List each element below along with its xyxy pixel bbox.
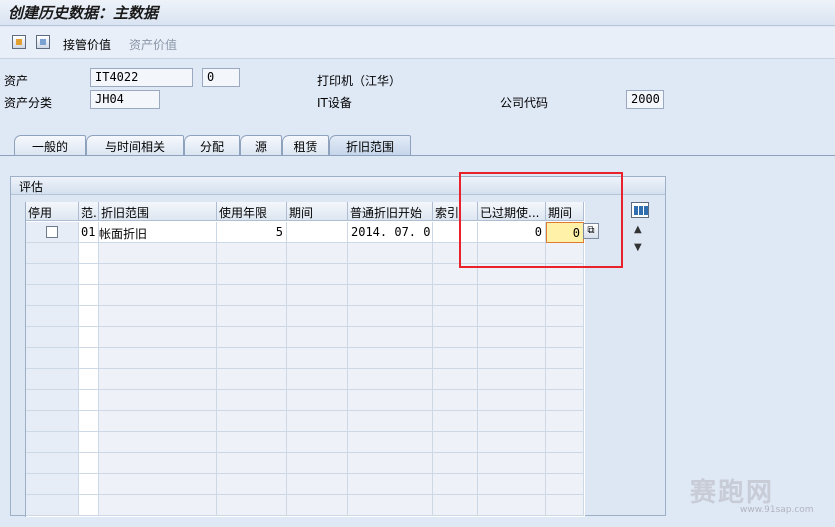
- empty-row: [26, 432, 585, 453]
- asset-number-field[interactable]: IT4022: [90, 68, 193, 87]
- asset-label: 资产: [4, 74, 29, 88]
- save-icon[interactable]: [12, 35, 26, 49]
- tab-origin[interactable]: 源: [240, 135, 282, 155]
- tab-time-dependent-label: 与时间相关: [104, 140, 165, 154]
- company-code-label: 公司代码: [500, 96, 549, 110]
- tab-leasing[interactable]: 租赁: [282, 135, 329, 155]
- empty-row: [26, 285, 585, 306]
- application-toolbar: 接管价值 资产价值: [0, 27, 835, 59]
- watermark-url: www.91sap.com: [740, 505, 814, 515]
- title-bar: 创建历史数据：主数据: [0, 0, 835, 26]
- tab-general[interactable]: 一般的: [14, 135, 86, 155]
- tab-time-dependent[interactable]: 与时间相关: [86, 135, 184, 155]
- tab-dep-areas[interactable]: 折旧范围: [329, 135, 411, 155]
- col-period[interactable]: 期间: [287, 202, 348, 221]
- scroll-up-icon[interactable]: ▲: [634, 224, 642, 235]
- tab-allocation[interactable]: 分配: [184, 135, 240, 155]
- highlight-annotation: [459, 172, 623, 268]
- sub-number-field[interactable]: 0: [202, 68, 240, 87]
- tab-allocation-label: 分配: [199, 140, 224, 154]
- window-title: 创建历史数据：主数据: [8, 4, 159, 22]
- useful-life-input[interactable]: 5: [217, 222, 287, 243]
- tab-dep-areas-label: 折旧范围: [345, 140, 394, 154]
- company-code-field[interactable]: 2000: [626, 90, 664, 109]
- empty-row: [26, 453, 585, 474]
- empty-row: [26, 327, 585, 348]
- col-area-name[interactable]: 折旧范围: [99, 202, 217, 221]
- tab-leasing-label: 租赁: [293, 140, 318, 154]
- tab-general-label: 一般的: [31, 140, 68, 154]
- table-side-controls: ▲ ▼: [631, 202, 651, 282]
- area-no-cell: 01: [79, 222, 99, 243]
- takeover-value-button[interactable]: 接管价值: [63, 36, 111, 53]
- col-deactivated[interactable]: 停用: [26, 202, 79, 221]
- col-useful-life[interactable]: 使用年限: [217, 202, 287, 221]
- asset-class-description: IT设备: [317, 96, 352, 110]
- deactivated-checkbox[interactable]: [46, 226, 58, 238]
- empty-row: [26, 369, 585, 390]
- empty-row: [26, 495, 585, 516]
- asset-value-button[interactable]: 资产价值: [129, 36, 177, 53]
- empty-row: [26, 411, 585, 432]
- deactivated-cell: [26, 222, 79, 243]
- tab-divider: [0, 155, 835, 156]
- dep-start-input[interactable]: 2014. 07. 01: [348, 222, 433, 243]
- empty-row: [26, 474, 585, 495]
- asset-class-label: 资产分类: [4, 96, 53, 110]
- watermark-logo: 赛跑网: [690, 478, 775, 508]
- area-name-cell: 帐面折旧: [99, 222, 217, 243]
- asset-description: 打印机（江华）: [317, 74, 402, 88]
- scroll-down-icon[interactable]: ▼: [634, 242, 642, 253]
- empty-row: [26, 348, 585, 369]
- tab-origin-label: 源: [254, 140, 267, 154]
- empty-row: [26, 390, 585, 411]
- empty-row: [26, 306, 585, 327]
- asset-class-field[interactable]: JH04: [90, 90, 160, 109]
- table-settings-icon[interactable]: [631, 202, 649, 218]
- document-icon[interactable]: [36, 35, 50, 49]
- period-input[interactable]: [287, 222, 348, 243]
- col-area-no[interactable]: 范.: [79, 202, 99, 221]
- col-dep-start[interactable]: 普通折旧开始: [348, 202, 433, 221]
